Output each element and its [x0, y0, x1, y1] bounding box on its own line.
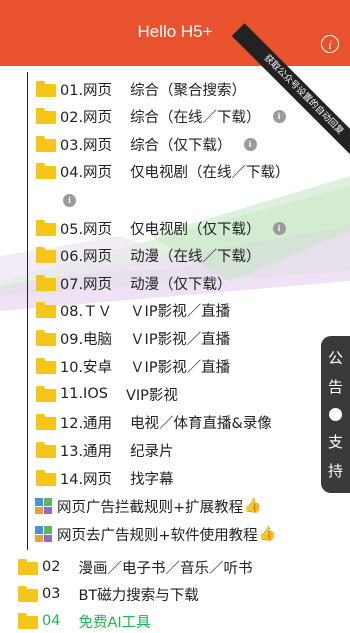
- list-item[interactable]: 13.通用 纪录片: [36, 438, 174, 462]
- item-prefix: 14.网页: [60, 471, 113, 488]
- separator-dot-icon: [329, 407, 342, 421]
- item-prefix: 05.网页: [60, 221, 113, 238]
- list-item[interactable]: 01.网页 综合（聚合搜索）: [36, 77, 246, 101]
- item-desc: 动漫（在线／下载）: [130, 248, 261, 265]
- item-desc: VIP影视: [125, 387, 178, 404]
- app-package-icon: [35, 526, 52, 542]
- section-label: 漫画／电子书／音乐／听书: [78, 560, 253, 577]
- item-desc: 动漫（仅下载）: [130, 276, 232, 293]
- folder-icon: [36, 442, 56, 458]
- folder-icon: [36, 275, 56, 291]
- item-desc: 找字幕: [130, 471, 174, 488]
- info-note-icon[interactable]: i: [272, 221, 286, 235]
- section-number: 03: [42, 586, 61, 602]
- info-note-icon[interactable]: i: [243, 137, 257, 151]
- list-item[interactable]: 04.网页 仅电视剧（在线／下载）: [36, 159, 290, 183]
- folder-icon: [36, 108, 56, 124]
- item-prefix: 13.通用: [60, 443, 113, 460]
- app-link-label: 网页广告拦截规则+扩展教程: [57, 499, 244, 516]
- app-header: Hello H5+ i: [0, 0, 350, 66]
- item-desc: 综合（聚合搜索）: [130, 82, 247, 99]
- list-item-note-row: i: [63, 188, 76, 212]
- info-icon[interactable]: i: [321, 35, 339, 53]
- folder-icon: [36, 136, 56, 152]
- section-item[interactable]: 02 漫画／电子书／音乐／听书: [18, 555, 252, 579]
- folder-icon: [36, 81, 56, 97]
- folder-icon: [36, 247, 56, 263]
- section-item[interactable]: 03 BT磁力搜索与下载: [18, 582, 199, 606]
- item-prefix: 03.网页: [60, 137, 113, 154]
- list-item[interactable]: 07.网页 动漫（仅下载）: [36, 271, 232, 295]
- info-note-icon[interactable]: i: [63, 193, 76, 207]
- section-label: 免费AI工具: [78, 614, 151, 631]
- folder-icon: [18, 613, 38, 629]
- item-prefix: 08.ＴＶ: [60, 303, 113, 320]
- item-prefix: 10.安卓: [60, 359, 113, 376]
- thumbs-up-icon: 👍: [244, 498, 262, 514]
- app-link[interactable]: 网页去广告规则+软件使用教程 👍: [34, 522, 276, 546]
- item-desc: 综合（在线／下载）: [130, 109, 261, 126]
- folder-icon: [36, 470, 56, 486]
- list-item[interactable]: 11.IOS VIP影视: [36, 382, 178, 406]
- section-number: 02: [42, 559, 61, 575]
- app-package-icon: [35, 498, 52, 514]
- side-tab-text: 支: [327, 432, 343, 451]
- folder-icon: [36, 386, 56, 402]
- item-desc: 综合（仅下载）: [130, 137, 232, 154]
- tree-line: [27, 72, 28, 550]
- section-label: BT磁力搜索与下载: [78, 587, 199, 604]
- list-item[interactable]: 02.网页 综合（在线／下载） i: [36, 104, 286, 128]
- folder-icon: [36, 414, 56, 430]
- item-prefix: 02.网页: [60, 109, 113, 126]
- list-item[interactable]: 10.安卓 ＶIP影视／直播: [36, 354, 230, 378]
- folder-icon: [36, 358, 56, 374]
- folder-icon: [36, 220, 56, 236]
- folder-icon: [18, 559, 38, 575]
- list-item[interactable]: 08.ＴＶ ＶIP影视／直播: [36, 298, 230, 322]
- side-tab-text: 公: [327, 349, 343, 368]
- app-link[interactable]: 网页广告拦截规则+扩展教程 👍: [34, 494, 262, 518]
- app-link-label: 网页去广告规则+软件使用教程: [57, 527, 258, 544]
- item-desc: 仅电视剧（仅下载）: [130, 221, 261, 238]
- item-prefix: 11.IOS: [60, 386, 108, 402]
- item-prefix: 09.电脑: [60, 331, 113, 348]
- item-desc: 电视／体育直播&录像: [130, 415, 272, 432]
- side-tab-text: 持: [327, 461, 343, 480]
- item-prefix: 12.通用: [60, 415, 113, 432]
- item-prefix: 07.网页: [60, 276, 113, 293]
- app-title: Hello H5+: [137, 22, 213, 41]
- item-desc: 纪录片: [130, 443, 174, 460]
- folder-icon: [36, 163, 56, 179]
- list-item[interactable]: 03.网页 综合（仅下载） i: [36, 132, 257, 156]
- side-tab-text: 告: [327, 378, 343, 397]
- list-item[interactable]: 12.通用 电视／体育直播&录像: [36, 410, 272, 434]
- section-item[interactable]: 04 免费AI工具: [18, 609, 151, 633]
- item-desc: ＶIP影视／直播: [130, 331, 231, 348]
- item-prefix: 04.网页: [60, 164, 113, 181]
- item-prefix: 01.网页: [60, 82, 113, 99]
- thumbs-up-icon: 👍: [258, 526, 277, 542]
- folder-icon: [18, 586, 38, 602]
- list-item[interactable]: 06.网页 动漫（在线／下载）: [36, 243, 261, 267]
- item-desc: ＶIP影视／直播: [130, 359, 231, 376]
- folder-icon: [36, 302, 56, 318]
- list-item[interactable]: 09.电脑 ＶIP影视／直播: [36, 326, 230, 350]
- item-prefix: 06.网页: [60, 248, 113, 265]
- item-desc: 仅电视剧（在线／下载）: [130, 164, 290, 181]
- list-item[interactable]: 05.网页 仅电视剧（仅下载） i: [36, 216, 286, 240]
- folder-icon: [36, 330, 56, 346]
- info-note-icon[interactable]: i: [272, 109, 286, 123]
- list-item[interactable]: 14.网页 找字幕: [36, 466, 174, 490]
- section-number: 04: [42, 613, 61, 629]
- item-desc: ＶIP影视／直播: [130, 303, 231, 320]
- side-tab[interactable]: 公 告 支 持: [321, 336, 350, 493]
